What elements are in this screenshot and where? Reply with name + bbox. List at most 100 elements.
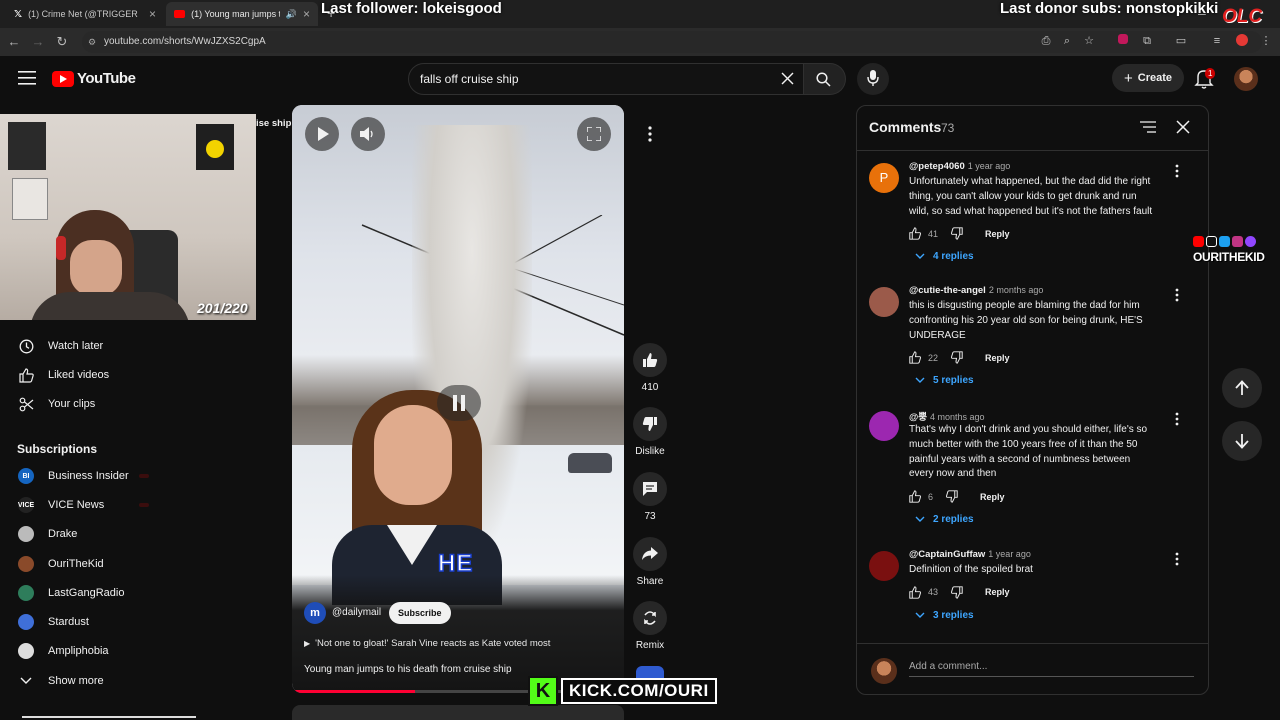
sidebar-subscription-item[interactable]: Stardust <box>12 608 180 636</box>
commenter-avatar[interactable]: P <box>869 163 899 193</box>
comment-text-line: That's why I don't drink and you should … <box>909 424 1148 435</box>
comments-count: 73 <box>941 121 955 135</box>
sidebar-item-liked-videos[interactable]: Liked videos <box>12 361 180 389</box>
search-button[interactable] <box>804 63 846 95</box>
media-control-icon[interactable]: ≡ <box>1210 34 1224 48</box>
profile-icon[interactable] <box>1235 34 1249 48</box>
comment-dislike-icon[interactable] <box>950 227 963 241</box>
channel-avatar[interactable]: m <box>304 602 326 624</box>
comment-reply-button[interactable]: Reply <box>985 353 1010 363</box>
comment-like-count: 41 <box>928 228 939 239</box>
create-button[interactable]: + Create <box>1112 64 1184 92</box>
close-tab-icon[interactable]: × <box>149 7 156 21</box>
fullscreen-button[interactable] <box>577 117 611 151</box>
shorts-video-player[interactable]: HE m @dailymail Subscribe ▶ 'Not one to g… <box>292 105 624 693</box>
account-avatar[interactable] <box>1234 67 1258 91</box>
sidebar-subscription-item[interactable]: BI Business Insider <box>12 462 180 490</box>
browser-menu-icon[interactable]: ⋮ <box>1259 34 1273 48</box>
install-app-icon[interactable]: ⎙ <box>1039 34 1053 48</box>
sidebar-item-watch-later[interactable]: Watch later <box>12 332 180 360</box>
clear-search-icon[interactable] <box>781 72 794 85</box>
zoom-icon[interactable]: ⌕ <box>1060 34 1074 48</box>
live-indicator <box>139 474 149 478</box>
sidebar-subscription-item[interactable]: VICE VICE News <box>12 491 180 519</box>
remix-button[interactable] <box>633 601 667 635</box>
volume-button[interactable] <box>351 117 385 151</box>
hamburger-menu-icon[interactable] <box>18 71 36 85</box>
back-arrow-icon[interactable]: ← <box>6 34 22 50</box>
reload-icon[interactable]: ↻ <box>54 34 70 50</box>
chevron-down-icon <box>915 377 925 384</box>
sort-icon[interactable] <box>1140 121 1156 133</box>
comment-menu-icon[interactable] <box>1173 287 1181 303</box>
twitch-social-icon <box>1245 236 1256 247</box>
puzzle-icon[interactable]: ⧉ <box>1140 34 1154 48</box>
sidebar-subscription-item[interactable]: Drake <box>12 520 180 548</box>
share-button[interactable] <box>633 537 667 571</box>
comment-reply-button[interactable]: Reply <box>985 587 1010 597</box>
dislike-button[interactable] <box>633 407 667 441</box>
comment-actions: 22 Reply <box>909 351 1010 365</box>
comment-like-icon[interactable] <box>909 586 922 599</box>
sidebar-subscription-item[interactable]: LastGangRadio <box>12 579 180 607</box>
comment-dislike-icon[interactable] <box>945 490 958 503</box>
view-replies-button[interactable]: 2 replies <box>915 514 974 525</box>
commenter-avatar[interactable] <box>869 411 899 441</box>
comment-author[interactable]: @cutie-the-angel 2 months ago <box>909 285 1043 296</box>
sidebar-item-your-clips[interactable]: Your clips <box>12 390 180 418</box>
view-replies-button[interactable]: 3 replies <box>915 610 974 621</box>
pause-overlay-icon[interactable] <box>437 385 481 421</box>
comment-like-icon[interactable] <box>909 490 922 503</box>
comment-dislike-icon[interactable] <box>950 351 963 365</box>
browser-tab-youtube[interactable]: (1) Young man jumps to his 🔊 × <box>166 2 318 26</box>
sidebar-scrollbar[interactable] <box>22 716 196 718</box>
browser-tab-crime-net[interactable]: 𝕏 (1) Crime Net (@TRIGGERHAPP × <box>6 2 164 26</box>
view-replies-button[interactable]: 5 replies <box>915 375 974 386</box>
next-short-button[interactable] <box>1222 421 1262 461</box>
sidebar-subscription-item[interactable]: Ampliphobia <box>12 637 180 665</box>
minimize-icon[interactable]: – <box>1198 5 1206 21</box>
comment-author[interactable]: @CaptainGuffaw 1 year ago <box>909 549 1031 560</box>
commenter-avatar[interactable] <box>869 551 899 581</box>
show-more-button[interactable]: Show more <box>12 667 180 695</box>
extension-icon[interactable] <box>1116 34 1130 48</box>
chevron-down-icon <box>18 673 34 689</box>
like-button[interactable] <box>633 343 667 377</box>
speaker-icon[interactable]: 🔊 <box>286 9 297 20</box>
bookmark-star-icon[interactable]: ☆ <box>1082 34 1096 48</box>
last-donor-overlay: Last donor subs: nonstopkikki <box>1000 0 1219 17</box>
comment-like-icon[interactable] <box>909 227 922 241</box>
comment-author[interactable]: @petep4060 1 year ago <box>909 161 1010 172</box>
comment-author[interactable]: @뿡 4 months ago <box>909 409 985 423</box>
comment-reply-button[interactable]: Reply <box>985 229 1010 239</box>
previous-short-button[interactable] <box>1222 368 1262 408</box>
search-input[interactable]: falls off cruise ship <box>408 63 804 95</box>
youtube-logo[interactable]: YouTube <box>52 70 136 87</box>
comment-reply-button[interactable]: Reply <box>980 492 1005 502</box>
channel-name[interactable]: @dailymail <box>332 607 381 618</box>
comment-menu-icon[interactable] <box>1173 551 1181 567</box>
comment-like-icon[interactable] <box>909 351 922 365</box>
site-info-icon[interactable]: ⚙ <box>88 31 96 53</box>
more-options-icon[interactable] <box>640 124 660 144</box>
sidebar-subscription-item[interactable]: OuriTheKid <box>12 550 180 578</box>
comment-menu-icon[interactable] <box>1173 411 1181 427</box>
forward-arrow-icon[interactable]: → <box>30 34 46 50</box>
tab-title: (1) Young man jumps to his <box>191 9 280 19</box>
comments-button[interactable] <box>633 472 667 506</box>
youtube-social-icon <box>1193 236 1204 247</box>
comment-text-line: every now and then <box>909 468 997 480</box>
commenter-avatar[interactable] <box>869 287 899 317</box>
video-linked-headline[interactable]: ▶ 'Not one to gloat!' Sarah Vine reacts a… <box>304 638 550 649</box>
sidepanel-icon[interactable]: ▭ <box>1174 34 1188 48</box>
play-button[interactable] <box>305 117 339 151</box>
view-replies-button[interactable]: 4 replies <box>915 251 974 262</box>
dislike-label: Dislike <box>635 446 665 457</box>
subscribe-button[interactable]: Subscribe <box>389 602 451 624</box>
close-comments-icon[interactable] <box>1176 120 1190 134</box>
add-comment-input[interactable]: Add a comment... <box>909 657 1194 677</box>
close-tab-icon[interactable]: × <box>303 7 310 21</box>
comment-menu-icon[interactable] <box>1173 163 1181 179</box>
comment-dislike-icon[interactable] <box>950 586 963 599</box>
voice-search-button[interactable] <box>857 63 889 95</box>
